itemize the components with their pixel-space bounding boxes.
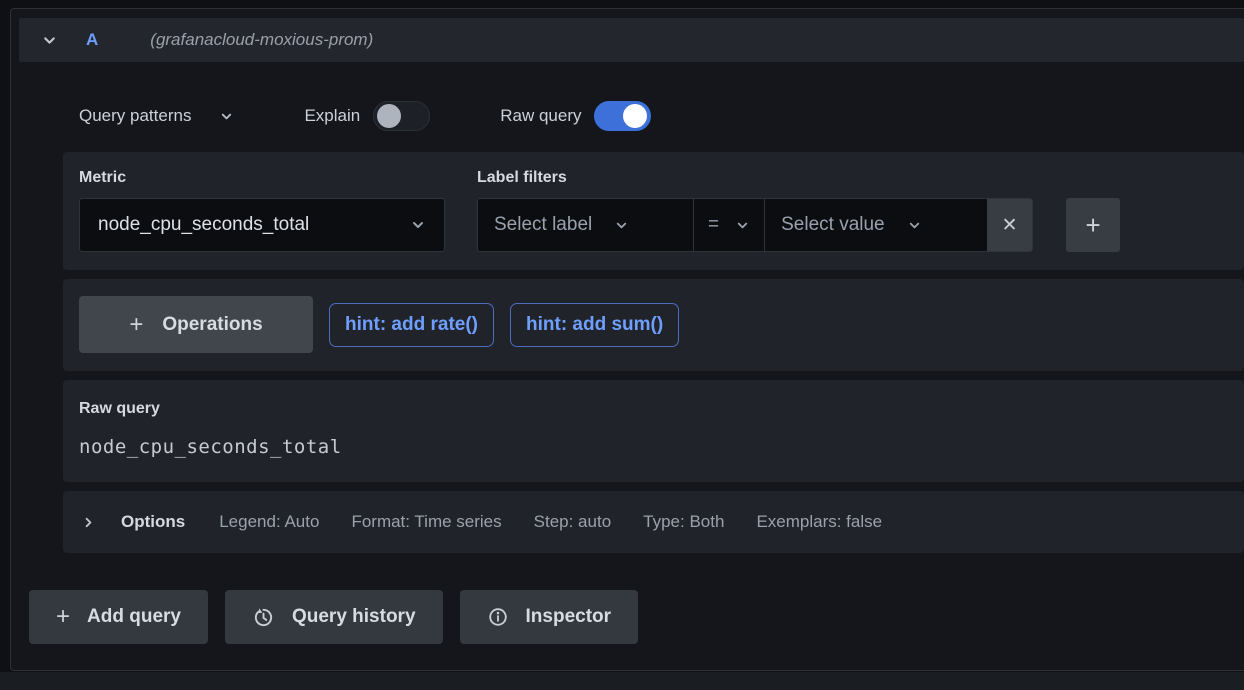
- label-value-select[interactable]: Select value: [764, 199, 987, 251]
- query-patterns-label: Query patterns: [79, 106, 191, 126]
- add-query-button[interactable]: + Add query: [29, 590, 208, 644]
- operations-block: + Operations hint: add rate() hint: add …: [63, 279, 1244, 371]
- toggle-knob: [377, 104, 401, 128]
- metric-field: Metric node_cpu_seconds_total: [79, 169, 445, 252]
- raw-query-label: Raw query: [79, 400, 1224, 418]
- add-filter-button[interactable]: +: [1066, 198, 1120, 252]
- hint-add-sum-button[interactable]: hint: add sum(): [510, 303, 679, 347]
- options-legend-summary: Legend: Auto: [219, 512, 319, 532]
- remove-filter-button[interactable]: ✕: [987, 199, 1032, 251]
- label-name-select[interactable]: Select label: [478, 199, 693, 251]
- query-editor-panel: A (grafanacloud-moxious-prom) Query patt…: [10, 8, 1244, 671]
- query-footer: + Add query Query history: [29, 590, 1244, 644]
- query-history-button[interactable]: Query history: [225, 590, 443, 644]
- chevron-down-icon: [735, 218, 750, 233]
- query-ref-id: A: [86, 30, 98, 50]
- chevron-down-icon[interactable]: [41, 32, 58, 49]
- metric-select-value: node_cpu_seconds_total: [98, 214, 309, 236]
- raw-query-text: node_cpu_seconds_total: [79, 436, 1224, 458]
- close-icon: ✕: [1002, 214, 1018, 237]
- label-filters-label: Label filters: [477, 169, 1120, 187]
- raw-query-toggle-label: Raw query: [500, 106, 581, 126]
- chevron-right-icon[interactable]: [81, 515, 96, 530]
- explain-toggle[interactable]: [373, 101, 430, 131]
- chevron-down-icon: [614, 218, 629, 233]
- raw-query-toggle[interactable]: [594, 101, 651, 131]
- query-editor-page: A (grafanacloud-moxious-prom) Query patt…: [0, 0, 1244, 672]
- operations-button[interactable]: + Operations: [79, 296, 313, 353]
- operations-button-label: Operations: [162, 314, 262, 336]
- plus-icon: +: [56, 603, 70, 631]
- metric-label: Metric: [79, 169, 445, 187]
- metric-labels-block: Metric node_cpu_seconds_total Label filt…: [63, 152, 1244, 270]
- options-exemplars-summary: Exemplars: false: [756, 512, 882, 532]
- info-icon: [487, 606, 509, 628]
- query-history-label: Query history: [292, 606, 416, 628]
- chevron-down-icon: [219, 109, 234, 124]
- hint-add-rate-label: hint: add rate(): [345, 314, 478, 336]
- options-format-summary: Format: Time series: [351, 512, 501, 532]
- metric-select[interactable]: node_cpu_seconds_total: [79, 198, 445, 252]
- options-block[interactable]: Options Legend: Auto Format: Time series…: [63, 491, 1244, 553]
- query-editor-body: Query patterns Explain Raw query Metric …: [63, 100, 1244, 553]
- hint-add-rate-button[interactable]: hint: add rate(): [329, 303, 494, 347]
- label-name-placeholder: Select label: [494, 214, 592, 236]
- add-query-label: Add query: [87, 606, 181, 628]
- datasource-name: (grafanacloud-moxious-prom): [150, 30, 373, 50]
- label-filter-group: Select label =: [477, 198, 1033, 252]
- toggle-knob: [623, 104, 647, 128]
- plus-icon: +: [1086, 210, 1101, 241]
- inspector-label: Inspector: [526, 606, 612, 628]
- operator-select[interactable]: =: [693, 199, 764, 251]
- query-patterns-dropdown[interactable]: Query patterns: [79, 106, 234, 126]
- query-toolbar: Query patterns Explain Raw query: [63, 100, 1244, 132]
- explain-label: Explain: [304, 106, 360, 126]
- options-step-summary: Step: auto: [534, 512, 612, 532]
- plus-icon: +: [129, 311, 143, 339]
- label-filter-row: Select label =: [477, 198, 1120, 252]
- history-icon: [252, 606, 275, 629]
- chevron-down-icon: [907, 218, 922, 233]
- inspector-button[interactable]: Inspector: [460, 590, 639, 644]
- label-value-placeholder: Select value: [781, 214, 885, 236]
- raw-query-block: Raw query node_cpu_seconds_total: [63, 380, 1244, 482]
- chevron-down-icon: [410, 217, 426, 233]
- hint-add-sum-label: hint: add sum(): [526, 314, 663, 336]
- query-row-header[interactable]: A (grafanacloud-moxious-prom): [19, 18, 1244, 62]
- label-filters-field: Label filters Select label =: [477, 169, 1120, 252]
- operator-value: =: [708, 214, 719, 236]
- options-label[interactable]: Options: [121, 512, 185, 532]
- options-type-summary: Type: Both: [643, 512, 724, 532]
